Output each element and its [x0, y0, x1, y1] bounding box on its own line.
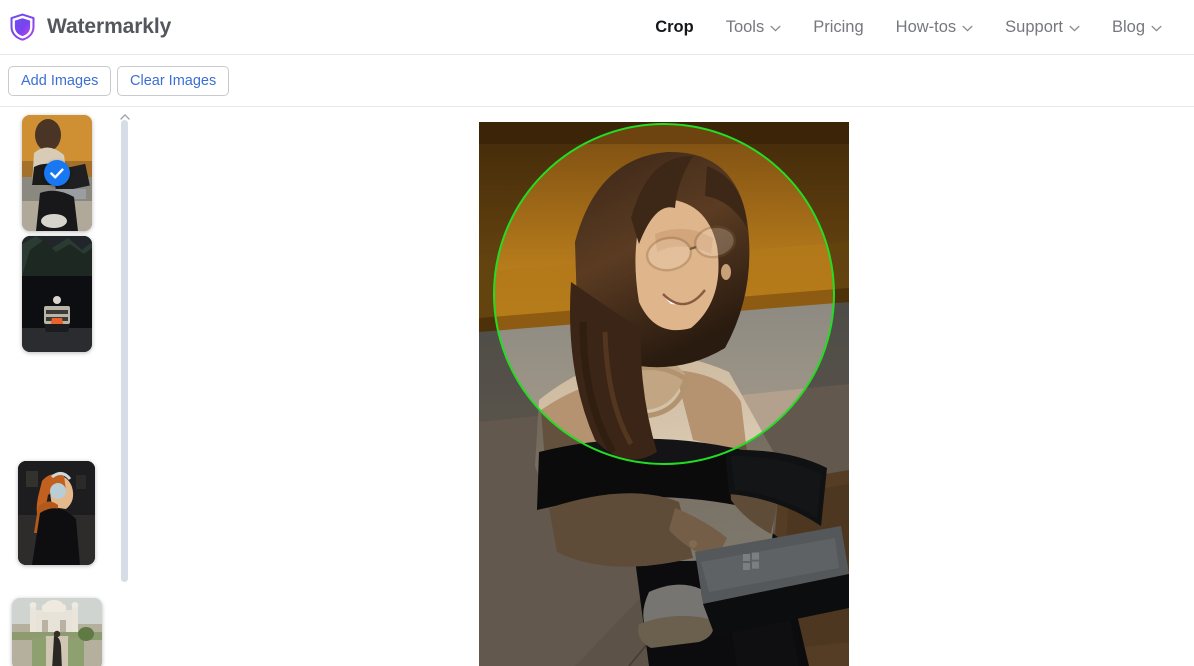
- thumbnail-image: [12, 598, 102, 666]
- thumbnail-scrollbar[interactable]: [121, 120, 128, 582]
- thumbnail-image: [18, 461, 95, 565]
- brand[interactable]: Watermarkly: [9, 13, 171, 41]
- clear-images-button[interactable]: Clear Images: [117, 66, 230, 96]
- thumbnail-selected-badge: [44, 160, 70, 186]
- chevron-down-icon: [962, 25, 973, 32]
- nav-label: How-tos: [895, 17, 957, 36]
- nav-item-tools[interactable]: Tools: [710, 12, 798, 43]
- thumbnail-item-woman-with-laptop[interactable]: [22, 115, 92, 231]
- thumbnail-item-woman-with-headphones[interactable]: [18, 461, 95, 565]
- nav-label: Support: [1005, 17, 1063, 36]
- nav-label: Blog: [1111, 17, 1145, 36]
- nav-label: Tools: [725, 17, 765, 36]
- thumbnail-item-boat-on-dark-water[interactable]: [22, 236, 92, 352]
- thumbnail-scroll-up-button[interactable]: [120, 108, 130, 120]
- thumbnail-sidebar[interactable]: [0, 108, 132, 666]
- thumbnail-image: [22, 236, 92, 352]
- check-icon: [50, 168, 64, 178]
- nav-item-blog[interactable]: Blog: [1096, 12, 1178, 43]
- crop-circle-handle[interactable]: [493, 123, 835, 465]
- shield-icon: [10, 13, 35, 41]
- brand-name: Watermarkly: [47, 15, 172, 38]
- nav-item-how-tos[interactable]: How-tos: [880, 12, 990, 43]
- chevron-down-icon: [1151, 25, 1162, 32]
- nav-item-support[interactable]: Support: [989, 12, 1096, 43]
- nav-item-crop[interactable]: Crop: [639, 12, 710, 43]
- nav-label: Pricing: [813, 17, 864, 36]
- chevron-down-icon: [1069, 25, 1080, 32]
- thumbnail-item-palace-walkway[interactable]: [12, 598, 102, 666]
- chevron-down-icon: [770, 25, 781, 32]
- crop-canvas: [132, 108, 1194, 666]
- nav-item-pricing[interactable]: Pricing: [797, 12, 879, 43]
- crop-stage[interactable]: [479, 122, 849, 666]
- main-nav: Crop Tools Pricing How-tos Support Blog: [639, 12, 1178, 43]
- add-images-button[interactable]: Add Images: [8, 66, 112, 96]
- editor-toolbar: Add Images Clear Images 1 2: [0, 55, 1194, 152]
- nav-label: Crop: [655, 17, 694, 36]
- app-header: Watermarkly Crop Tools Pricing How-tos S…: [0, 0, 1194, 55]
